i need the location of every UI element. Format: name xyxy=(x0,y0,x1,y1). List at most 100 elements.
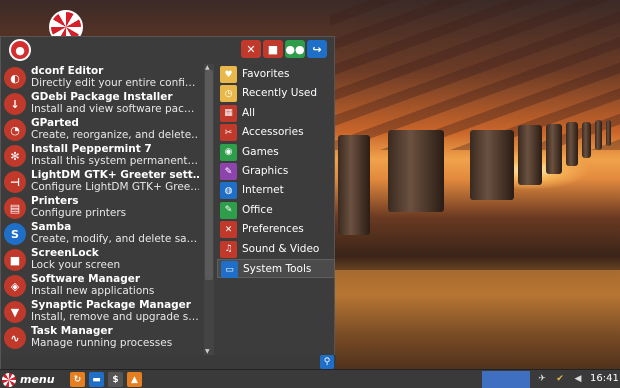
package-icon: ▼ xyxy=(4,301,26,323)
palette-icon: ✎ xyxy=(220,163,237,180)
app-description: Install new applications xyxy=(31,285,155,297)
app-item[interactable]: ▤ Printers Configure printers xyxy=(1,194,201,220)
download-icon: ↓ xyxy=(4,93,26,115)
taskbar: menu 16:41 ↻ ▬ $ ▲ ✈ ✔ ◀ xyxy=(0,369,620,388)
app-item[interactable]: ◔ GParted Create, reorganize, and delete… xyxy=(1,116,201,142)
terminal-icon[interactable]: $ xyxy=(108,372,123,387)
app-name: LightDM GTK+ Greeter sett… xyxy=(31,169,199,181)
wallpaper-post xyxy=(566,122,578,166)
category-label: Office xyxy=(242,203,273,216)
media-icon: ♫ xyxy=(220,240,237,258)
category-item[interactable]: ▦ All xyxy=(217,104,335,123)
accessories-icon: ✂ xyxy=(220,124,237,142)
gamepad-icon: ◉ xyxy=(220,143,237,161)
clock-icon: ◷ xyxy=(220,85,237,103)
app-item[interactable]: ◈ Software Manager Install new application… xyxy=(1,272,201,298)
app-item[interactable]: ↓ GDebi Package Installer Install and view… xyxy=(1,90,201,116)
network-icon[interactable]: ✈ xyxy=(535,372,549,386)
app-item[interactable]: ▼ Synaptic Package Manager Install, remove… xyxy=(1,298,201,324)
category-item[interactable]: ✕ Preferences xyxy=(217,220,335,239)
system-tools-icon: ▭ xyxy=(221,261,238,278)
globe-icon: ◍ xyxy=(220,182,237,200)
category-item[interactable]: ✎ Office xyxy=(217,201,335,220)
category-item[interactable]: ♫ Sound & Video xyxy=(217,240,335,259)
category-list: ♥ Favorites ◷ Recently Used ▦ All ✂ Accessories… xyxy=(217,64,335,354)
app-description: Install this system permanent… xyxy=(31,155,199,167)
workspace-switcher[interactable] xyxy=(482,371,530,388)
category-item[interactable]: ◉ Games xyxy=(217,143,335,162)
category-label: Games xyxy=(242,145,279,158)
category-label: Internet xyxy=(242,184,284,197)
menu-button[interactable]: menu xyxy=(2,371,66,388)
category-item[interactable]: ◷ Recently Used xyxy=(217,84,335,103)
grid-icon: ▦ xyxy=(220,104,237,122)
application-list: ◐ dconf Editor Directly edit your entire c… xyxy=(1,64,201,355)
lock-icon: ■ xyxy=(4,249,26,271)
logout-icon[interactable]: ↪ xyxy=(307,40,327,58)
app-name: Install Peppermint 7 xyxy=(31,143,152,155)
wallpaper-post xyxy=(582,122,591,158)
printer-icon: ▤ xyxy=(4,197,26,219)
category-label: Graphics xyxy=(242,165,289,177)
category-item[interactable]: ▭ System Tools xyxy=(217,259,335,278)
app-description: Install and view software pac… xyxy=(31,103,195,115)
app-name: Task Manager xyxy=(31,325,113,337)
volume-icon[interactable]: ◀ xyxy=(571,372,585,386)
scrollbar-thumb[interactable] xyxy=(205,70,213,280)
category-item[interactable]: ♥ Favorites xyxy=(217,65,335,84)
category-item[interactable]: ✎ Graphics xyxy=(217,162,335,181)
search-icon[interactable]: ⚲ xyxy=(320,355,334,369)
lock-icon[interactable]: ■ xyxy=(263,40,283,58)
preferences-icon: ✕ xyxy=(220,221,237,239)
category-label: Sound & Video xyxy=(242,242,320,255)
vlc-icon[interactable]: ▲ xyxy=(127,372,142,387)
pulse-icon: ∿ xyxy=(4,327,26,349)
app-name: Samba xyxy=(31,221,72,233)
app-name: Synaptic Package Manager xyxy=(31,299,191,311)
app-item[interactable]: ■ ScreenLock Lock your screen xyxy=(1,246,201,272)
application-menu: ● ✕ ■ ●● ↪ ◐ dconf Editor Directly edit yo… xyxy=(0,36,336,369)
menu-button-label: menu xyxy=(20,373,55,386)
peppermint-launcher-icon[interactable]: ↻ xyxy=(70,372,85,387)
wallpaper-post xyxy=(338,135,370,235)
search-input[interactable] xyxy=(7,356,315,368)
search-bar: ⚲ xyxy=(1,355,336,369)
category-item[interactable]: ◍ Internet xyxy=(217,181,335,200)
app-description: Configure LightDM GTK+ Gree… xyxy=(31,181,199,193)
app-description: Directly edit your entire confi… xyxy=(31,77,196,89)
app-description: Install, remove and upgrade s… xyxy=(31,311,199,323)
category-label: Recently Used xyxy=(242,87,318,100)
software-icon: ◈ xyxy=(4,275,26,297)
app-name: GDebi Package Installer xyxy=(31,91,173,103)
app-item[interactable]: ∿ Task Manager Manage running processes xyxy=(1,324,201,350)
app-description: Create, reorganize, and delete… xyxy=(31,129,199,141)
app-description: Configure printers xyxy=(31,207,127,219)
category-item[interactable]: ✂ Accessories xyxy=(217,123,335,142)
app-item[interactable]: ◐ dconf Editor Directly edit your entire c… xyxy=(1,64,201,90)
files-icon[interactable]: ▬ xyxy=(89,372,104,387)
category-label: Favorites xyxy=(242,68,290,80)
scroll-down-icon[interactable]: ▼ xyxy=(205,348,210,355)
wallpaper-post xyxy=(546,124,562,174)
clock[interactable]: 16:41 xyxy=(590,373,619,384)
office-icon: ✎ xyxy=(220,201,237,219)
app-name: Printers xyxy=(31,195,79,207)
category-label: All xyxy=(242,106,256,119)
app-description: Lock your screen xyxy=(31,259,121,271)
wallpaper-post xyxy=(388,130,444,212)
tools-icon[interactable]: ✕ xyxy=(241,40,261,58)
disk-icon: ◔ xyxy=(4,119,26,141)
app-item[interactable]: ⊣ LightDM GTK+ Greeter sett… Configure Lig… xyxy=(1,168,201,194)
app-item[interactable]: ✻ Install Peppermint 7 Install this system… xyxy=(1,142,201,168)
wallpaper-post xyxy=(470,130,514,200)
app-name: GParted xyxy=(31,117,79,129)
app-item[interactable]: S Samba Create, modify, and delete sa… xyxy=(1,220,201,246)
app-description: Create, modify, and delete sa… xyxy=(31,233,198,245)
heart-icon: ♥ xyxy=(220,66,237,83)
users-icon[interactable]: ●● xyxy=(285,40,305,58)
app-list-scrollbar[interactable]: ▲ ▼ xyxy=(204,64,214,356)
updates-icon[interactable]: ✔ xyxy=(553,372,567,386)
app-description: Manage running processes xyxy=(31,337,173,349)
user-icon[interactable]: ● xyxy=(9,39,31,61)
peppermint-menu-icon xyxy=(2,372,16,387)
